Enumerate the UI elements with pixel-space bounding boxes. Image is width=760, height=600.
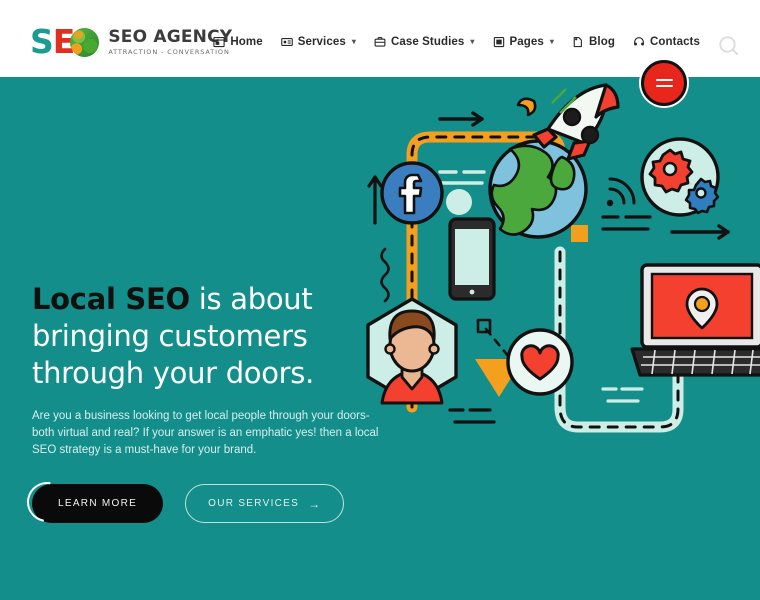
menu-toggle-bar-top [655,79,673,81]
nav-item-services[interactable]: Services ▾ [280,36,356,48]
id-card-icon [280,37,293,47]
seo-marketing-illustration [360,77,760,600]
hero-button-row: LEARN MORE OUR SERVICES → [19,474,402,530]
page-title: Local SEO is about bringing customers th… [32,281,402,392]
nav-item-services-label: Services [297,36,346,48]
briefcase-icon [374,36,386,47]
headline-accent: Local SEO [32,282,190,316]
chevron-down-icon: ▾ [351,37,356,46]
hero-copy: Local SEO is about bringing customers th… [19,281,402,530]
hero-paragraph: Are you a business looking to get local … [32,410,379,456]
our-services-button-label: OUR SERVICES [208,498,300,509]
nav-item-pages-label: Pages [509,36,544,48]
laptop-map-pin-icon [630,263,760,377]
note-icon [573,36,582,48]
menu-toggle-bar-bottom [655,85,673,87]
nav-item-home-label: Home [230,36,263,48]
logo-letter-s: S [30,22,54,61]
globe-icon [70,27,100,57]
learn-more-button[interactable]: LEARN MORE [19,474,164,530]
nav-item-pages[interactable]: Pages ▾ [493,36,555,48]
facebook-icon [380,161,444,225]
loading-spinner-icon [19,474,75,530]
orange-square-icon [571,225,588,242]
brand-logo[interactable]: S E SEO AGENCY ATTRACTION - CONVERSATION [30,22,232,61]
nav-item-home[interactable]: Home [213,36,263,48]
illustration-canvas [366,83,760,433]
mint-dot [446,189,472,215]
nav-item-contacts[interactable]: Contacts [633,36,700,48]
menu-toggle-button[interactable] [641,60,687,106]
nav-item-case-studies[interactable]: Case Studies ▾ [374,36,475,48]
chevron-down-icon: ▾ [549,37,555,46]
gears-icon [640,137,720,217]
logo-mark: S E [30,22,100,61]
window-icon [213,36,226,48]
person-avatar-icon [366,297,458,405]
nav-item-blog-label: Blog [589,36,615,48]
main-navigation: Home Services ▾ Case Studies ▾ Pages ▾ B… [213,36,700,48]
smartphone-icon [448,217,496,301]
headset-icon [633,37,645,46]
page-icon [493,36,504,48]
heart-icon [506,328,574,396]
brand-tagline: ATTRACTION - CONVERSATION [108,48,230,56]
nav-item-blog[interactable]: Blog [572,36,615,48]
site-header: S E SEO AGENCY ATTRACTION - CONVERSATION… [0,0,760,77]
nav-item-contacts-label: Contacts [649,36,700,48]
our-services-button[interactable]: OUR SERVICES → [185,484,345,523]
chevron-down-icon: ▾ [470,37,475,46]
nav-item-case-studies-label: Case Studies [390,36,465,48]
hero-section: Local SEO is about bringing customers th… [0,77,760,600]
learn-more-button-label: LEARN MORE [58,498,138,509]
arrow-right-icon: → [308,496,322,511]
search-icon[interactable] [716,33,742,59]
